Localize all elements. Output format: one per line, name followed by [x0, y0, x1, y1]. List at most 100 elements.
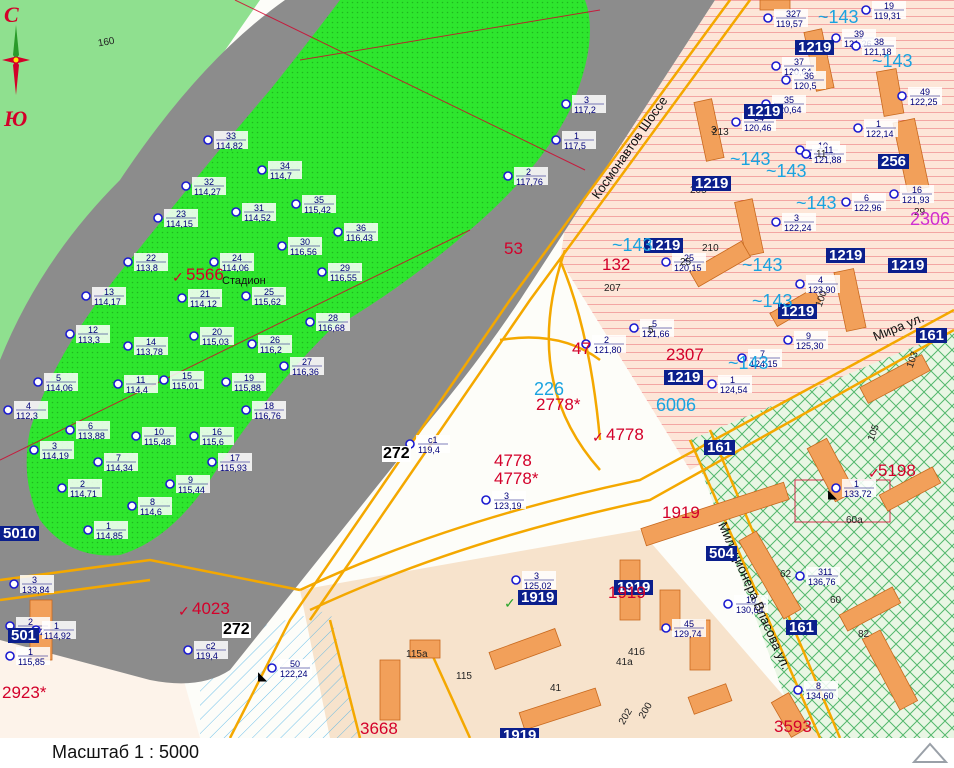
survey-point-elevation: 116,68: [318, 323, 345, 333]
block-number-red: 1919: [608, 583, 646, 602]
survey-point-icon: [783, 335, 793, 345]
survey-point-elevation: 114,6: [140, 507, 162, 517]
survey-point: 31114,52: [231, 203, 276, 223]
survey-point-elevation: 115,62: [254, 297, 281, 307]
survey-point-elevation: 121,93: [902, 195, 930, 205]
block-number-cyan: ~143: [872, 51, 913, 71]
survey-point-number: 24: [232, 253, 242, 263]
survey-point-icon: [65, 329, 75, 339]
block-number-cyan: ~143: [818, 7, 859, 27]
stadium-label: Стадион: [222, 275, 266, 287]
survey-point-icon: [33, 377, 43, 387]
survey-point-number: 6: [864, 193, 869, 203]
survey-point-icon: [781, 75, 791, 85]
survey-point-number: 1: [28, 647, 33, 657]
block-number-red: 3668: [360, 719, 398, 738]
survey-point-icon: [181, 181, 191, 191]
survey-point-icon: [131, 431, 141, 441]
survey-point-number: 23: [176, 209, 186, 219]
block-number-red: 53: [504, 239, 523, 258]
block-number-cyan: ~143: [796, 193, 837, 213]
survey-point: 3123,19: [481, 491, 526, 511]
survey-point-elevation: 119,57: [776, 19, 803, 29]
survey-point-number: 11: [136, 375, 145, 385]
survey-point-number: 4: [26, 401, 31, 411]
survey-point-elevation: 114,71: [70, 489, 97, 499]
survey-point-icon: [481, 495, 491, 505]
survey-point-number: 49: [920, 87, 930, 97]
survey-point-elevation: 133,84: [22, 585, 50, 595]
survey-point-number: 19: [244, 373, 254, 383]
survey-point-number: 2: [604, 335, 609, 345]
survey-point-number: 3: [534, 571, 539, 581]
survey-point-icon: [889, 189, 899, 199]
survey-point-number: 1: [854, 479, 859, 489]
survey-point-number: 50: [290, 659, 300, 669]
survey-point-icon: [177, 293, 187, 303]
survey-point-icon: [661, 257, 671, 267]
block-number-cyan: ~143: [742, 255, 783, 275]
survey-point-elevation: 114,17: [94, 297, 121, 307]
survey-point-elevation: 114,34: [106, 463, 133, 473]
parcel-number: 5: [648, 325, 654, 336]
survey-point-elevation: 120,46: [744, 123, 772, 133]
survey-point-elevation: 114,19: [42, 451, 69, 461]
flag-icon: ◣: [828, 487, 838, 501]
parcel-number: 210: [702, 243, 719, 254]
survey-point-icon: [277, 241, 287, 251]
survey-point-number: 45: [684, 619, 694, 629]
survey-point-elevation: 119,4: [418, 445, 440, 455]
survey-point-icon: [279, 361, 289, 371]
survey-point: 28116,68: [305, 313, 350, 333]
survey-point-elevation: 116,36: [292, 367, 319, 377]
survey-point-elevation: 115,03: [202, 337, 229, 347]
survey-point-icon: [795, 279, 805, 289]
survey-point-number: 7: [116, 453, 121, 463]
survey-point-number: 1: [54, 621, 59, 631]
parcel-number: 11: [816, 149, 827, 160]
block-number-cyan: ~143: [730, 149, 771, 169]
survey-point-icon: [853, 123, 863, 133]
block-number-navy: 5010: [0, 526, 40, 541]
survey-point-number: 34: [280, 161, 290, 171]
survey-point-icon: [267, 663, 277, 673]
survey-point: 7114,34: [93, 453, 138, 473]
survey-point-number: 311: [818, 567, 832, 577]
block-number-cyan: ~143: [612, 235, 653, 255]
survey-point-icon: [851, 41, 861, 51]
survey-point-elevation: 129,74: [674, 629, 702, 639]
survey-point-number: 13: [104, 287, 114, 297]
survey-point-number: 22: [146, 253, 156, 263]
survey-point-icon: [241, 405, 251, 415]
survey-point-icon: [189, 331, 199, 341]
block-number-navy: 1919: [500, 728, 540, 738]
parcel-number: 41: [550, 683, 562, 694]
survey-point-elevation: 114,82: [216, 141, 243, 151]
survey-point-icon: [305, 317, 315, 327]
survey-point-elevation: 114,12: [190, 299, 217, 309]
block-number-red: 4778*: [494, 469, 539, 488]
survey-point-number: 12: [88, 325, 98, 335]
survey-point-elevation: 115,44: [178, 485, 205, 495]
survey-point: 45129,74: [661, 619, 706, 639]
block-number-red: 2307: [666, 345, 704, 364]
survey-point-icon: [221, 377, 231, 387]
parcel-number: 25: [680, 257, 692, 268]
cadastral-map[interactable]: С Ю 33 114,82 34 114,7 32 114,27 35 115,42 31 114…: [0, 0, 954, 738]
parcel-number: 115а: [406, 649, 428, 660]
parcel-number: 41б: [628, 647, 645, 658]
survey-point-icon: [189, 431, 199, 441]
scale-bar: Масштаб 1 : 5000: [0, 738, 954, 768]
survey-point-number: 28: [328, 313, 338, 323]
watermark-icon: [911, 742, 949, 763]
survey-point: 22113,8: [123, 253, 168, 273]
survey-point-elevation: 136,76: [808, 577, 836, 587]
survey-point-number: с2: [206, 641, 216, 651]
survey-point-icon: [897, 91, 907, 101]
survey-point: 25115,62: [241, 287, 286, 307]
survey-point: 29116,55: [317, 263, 362, 283]
survey-point-icon: [83, 525, 93, 535]
survey-point-number: 5: [56, 373, 61, 383]
survey-point: 11114,4: [113, 375, 158, 395]
survey-point-elevation: 116,55: [330, 273, 357, 283]
